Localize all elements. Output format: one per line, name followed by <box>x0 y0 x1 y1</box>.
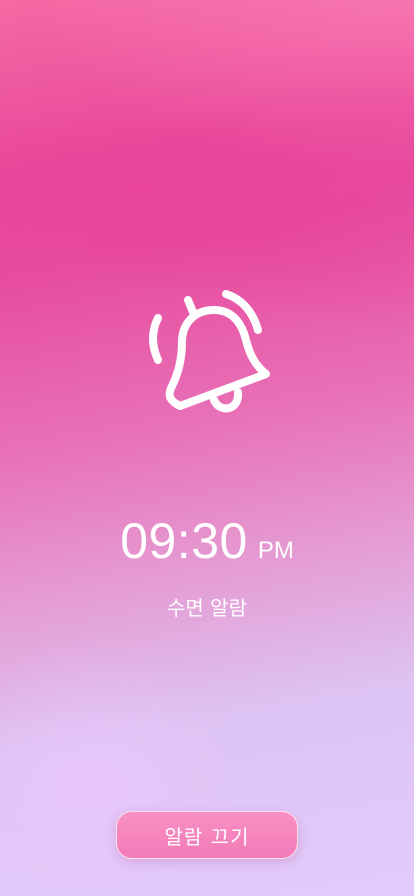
time-value: 09:30 <box>120 513 248 569</box>
alarm-label: 수면 알람 <box>167 596 247 620</box>
dismiss-alarm-button[interactable]: 알람 끄기 <box>116 811 298 859</box>
alarm-screen: 09:30 PM 수면 알람 알람 끄기 <box>0 0 414 896</box>
background-glow <box>0 0 414 200</box>
alarm-time: 09:30 PM <box>0 512 414 570</box>
time-period: PM <box>257 537 294 564</box>
bell-ringing-icon <box>138 282 278 422</box>
